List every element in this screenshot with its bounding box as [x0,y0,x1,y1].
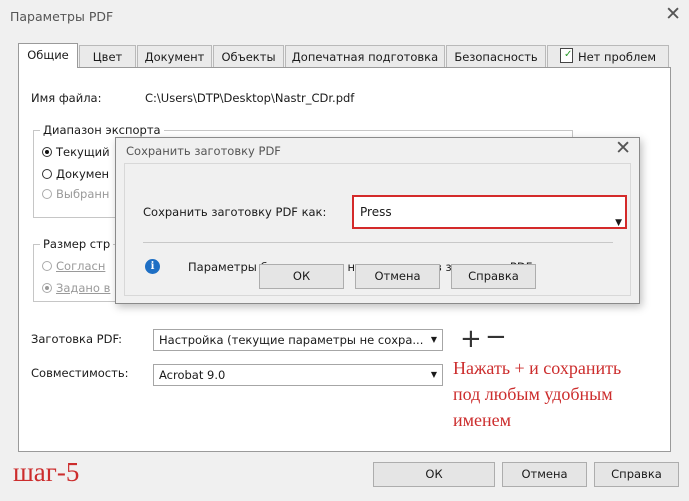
preflight-check-icon [559,44,573,66]
step-label: шаг-5 [13,457,80,487]
dialog-cancel-button[interactable]: Отмена [355,264,440,289]
radio-document-label: Докумен [56,167,110,181]
radio-selection-dot [42,189,52,199]
save-as-label: Сохранить заготовку PDF как: [143,205,327,219]
radio-page-size-custom-dot [42,283,52,293]
help-button[interactable]: Справка [594,462,679,487]
preset-name-combobox[interactable]: Press ▼ [352,195,627,229]
tab-document[interactable]: Документ [137,45,212,67]
chevron-down-icon: ▼ [430,335,437,344]
chevron-down-icon: ▼ [615,218,622,228]
preset-label: Заготовка PDF: [31,332,123,346]
chevron-down-icon: ▼ [430,370,437,379]
radio-selection-label: Выбранн [56,187,110,201]
add-preset-button[interactable]: + [460,326,482,352]
compatibility-select[interactable]: Acrobat 9.0 ▼ [153,364,443,386]
info-icon: i [145,259,160,274]
filename-label: Имя файла: [31,91,102,105]
radio-selection[interactable]: Выбранн [42,187,122,201]
dialog-help-button[interactable]: Справка [451,264,536,289]
tab-prepress[interactable]: Допечатная подготовка [285,45,445,67]
tab-no-issues[interactable]: Нет проблем [547,44,669,67]
close-icon[interactable]: ✕ [665,3,681,25]
instruction-line: именем [453,410,512,430]
preset-name-value: Press [360,205,392,219]
radio-current[interactable]: Текущий [42,145,122,159]
dialog-divider [143,242,613,243]
tab-objects[interactable]: Объекты [213,45,284,67]
radio-page-size-custom[interactable]: Задано в [42,281,122,295]
ok-button[interactable]: ОК [373,462,495,487]
save-preset-dialog: Сохранить заготовку PDF ✕ Сохранить заго… [115,137,640,304]
close-icon[interactable]: ✕ [615,137,631,159]
instruction-line: Нажать + и сохранить [453,358,622,378]
remove-preset-button[interactable]: − [485,324,507,350]
page-size-legend: Размер стр [40,237,114,251]
dialog-ok-button[interactable]: ОК [259,264,344,289]
dialog-title: Сохранить заготовку PDF [126,144,281,158]
radio-page-size-match[interactable]: Согласн [42,259,122,273]
radio-current-dot [42,147,52,157]
radio-page-size-match-dot [42,261,52,271]
export-range-legend: Диапазон экспорта [40,123,164,137]
instruction-annotation: Нажать + и сохранить под любым удобным и… [453,355,673,433]
preset-select-value: Настройка (текущие параметры не сохра... [159,333,424,347]
radio-page-size-custom-label: Задано в [56,281,111,295]
radio-page-size-match-label: Согласн [56,259,106,273]
tab-color[interactable]: Цвет [79,45,136,67]
radio-current-label: Текущий [56,145,110,159]
dialog-body: Сохранить заготовку PDF как: Press ▼ i Па… [124,163,631,296]
radio-document[interactable]: Докумен [42,167,122,181]
cancel-button[interactable]: Отмена [502,462,587,487]
compatibility-select-value: Acrobat 9.0 [159,368,226,382]
tab-security[interactable]: Безопасность [446,45,546,67]
window-title: Параметры PDF [10,9,114,24]
instruction-line: под любым удобным [453,384,613,404]
filename-value: C:\Users\DTP\Desktop\Nastr_CDr.pdf [145,91,355,105]
tab-general[interactable]: Общие [18,43,78,68]
radio-document-dot [42,169,52,179]
tab-no-issues-label: Нет проблем [577,50,657,64]
compatibility-label: Совместимость: [31,366,129,380]
preset-select[interactable]: Настройка (текущие параметры не сохра...… [153,329,443,351]
